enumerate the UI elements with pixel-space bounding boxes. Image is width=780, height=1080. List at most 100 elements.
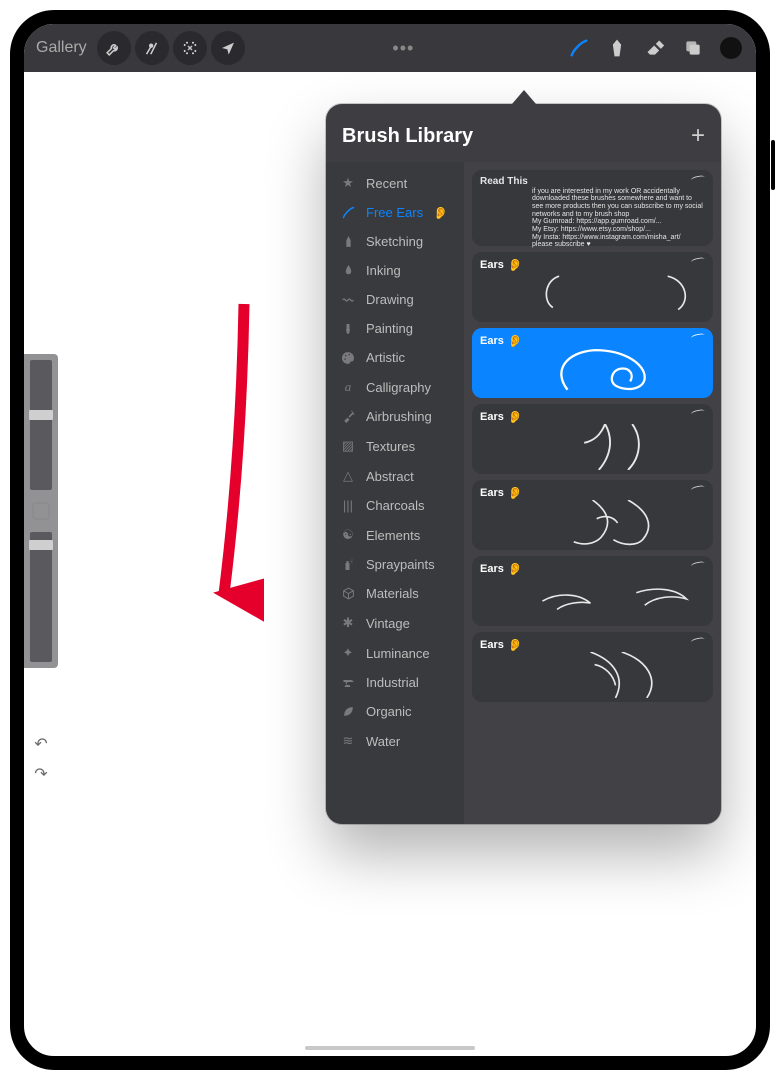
brush-icon xyxy=(340,205,356,220)
brush-list[interactable]: Read This if you are interested in my wo… xyxy=(464,162,721,824)
brush-size-opacity-panel xyxy=(24,354,58,668)
category-drawing[interactable]: Drawing xyxy=(326,285,464,314)
brush-preview xyxy=(532,576,699,622)
category-painting[interactable]: Painting xyxy=(326,314,464,343)
home-indicator[interactable] xyxy=(305,1046,475,1050)
ear-icon: 👂 xyxy=(508,334,523,348)
category-label: Vintage xyxy=(366,616,410,631)
device-side-button xyxy=(771,140,775,190)
smudge-tool-button[interactable] xyxy=(600,31,634,65)
category-elements[interactable]: ☯ Elements xyxy=(326,520,464,550)
palette-icon xyxy=(340,351,356,365)
category-label: Materials xyxy=(366,586,419,601)
brush-description: if you are interested in my work OR acci… xyxy=(532,188,705,250)
popup-header: Brush Library + xyxy=(326,104,721,162)
star-icon: ★ xyxy=(340,175,356,191)
brush-preview xyxy=(532,272,699,314)
spraycan-icon xyxy=(340,558,356,572)
device-frame: Gallery ••• xyxy=(10,10,770,1070)
brush-card-ears-1[interactable]: Ears 👂 xyxy=(472,252,713,322)
top-toolbar: Gallery ••• xyxy=(24,24,756,72)
category-textures[interactable]: ▨ Textures xyxy=(326,431,464,461)
category-airbrushing[interactable]: Airbrushing xyxy=(326,402,464,431)
anvil-icon xyxy=(340,677,356,689)
brush-size-slider[interactable] xyxy=(30,360,52,490)
brush-opacity-slider[interactable] xyxy=(30,532,52,662)
category-industrial[interactable]: Industrial xyxy=(326,668,464,697)
ear-icon: 👂 xyxy=(508,486,523,500)
category-water[interactable]: ≋ Water xyxy=(326,726,464,756)
add-brush-button[interactable]: + xyxy=(691,122,705,150)
calligraphy-icon: a xyxy=(340,379,356,395)
category-vintage[interactable]: ✱ Vintage xyxy=(326,608,464,638)
brush-card-ears-4[interactable]: Ears 👂 xyxy=(472,480,713,550)
color-button[interactable] xyxy=(714,31,748,65)
ear-icon: 👂 xyxy=(508,410,523,424)
redo-button[interactable]: ↷ xyxy=(34,764,47,784)
category-label: Airbrushing xyxy=(366,409,432,424)
category-materials[interactable]: Materials xyxy=(326,579,464,608)
ear-icon: 👂 xyxy=(508,638,523,652)
brush-preview xyxy=(532,652,699,698)
annotation-arrow xyxy=(194,294,264,634)
brush-card-ears-6[interactable]: Ears 👂 xyxy=(472,632,713,702)
popup-arrow xyxy=(512,90,536,104)
category-label: Organic xyxy=(366,704,412,719)
category-charcoals[interactable]: ||| Charcoals xyxy=(326,491,464,520)
ear-icon: 👂 xyxy=(433,206,448,220)
brush-name: Ears xyxy=(480,411,504,423)
yin-yang-icon: ☯ xyxy=(340,527,356,543)
ear-icon: 👂 xyxy=(508,562,523,576)
charcoal-icon: ||| xyxy=(340,498,356,513)
nib-icon xyxy=(340,264,356,277)
texture-icon: ▨ xyxy=(340,438,356,454)
category-label: Artistic xyxy=(366,350,405,365)
gallery-button[interactable]: Gallery xyxy=(36,39,87,57)
category-organic[interactable]: Organic xyxy=(326,697,464,726)
brush-preview xyxy=(532,348,699,394)
transform-button[interactable] xyxy=(211,31,245,65)
brush-card-ears-3[interactable]: Ears 👂 xyxy=(472,404,713,474)
water-icon: ≋ xyxy=(340,733,356,749)
category-artistic[interactable]: Artistic xyxy=(326,343,464,372)
brush-name: Ears xyxy=(480,639,504,651)
category-label: Drawing xyxy=(366,292,414,307)
category-luminance[interactable]: ✦ Luminance xyxy=(326,638,464,668)
popup-title: Brush Library xyxy=(342,125,473,148)
squiggle-icon xyxy=(340,293,356,307)
eraser-tool-button[interactable] xyxy=(638,31,672,65)
asterisk-icon: ✱ xyxy=(340,615,356,631)
undo-redo-panel: ↶ ↷ xyxy=(24,724,58,794)
wrench-button[interactable] xyxy=(97,31,131,65)
category-label: Abstract xyxy=(366,469,414,484)
category-label: Luminance xyxy=(366,646,430,661)
category-label: Charcoals xyxy=(366,498,425,513)
layers-button[interactable] xyxy=(676,31,710,65)
brush-card-ears-5[interactable]: Ears 👂 xyxy=(472,556,713,626)
category-label: Industrial xyxy=(366,675,419,690)
leaf-icon xyxy=(340,705,356,718)
category-abstract[interactable]: △ Abstract xyxy=(326,461,464,491)
sparkle-icon: ✦ xyxy=(340,645,356,661)
category-inking[interactable]: Inking xyxy=(326,256,464,285)
category-recent[interactable]: ★ Recent xyxy=(326,168,464,198)
adjustments-button[interactable] xyxy=(135,31,169,65)
category-spraypaints[interactable]: Spraypaints xyxy=(326,550,464,579)
paintbrush-icon xyxy=(340,322,356,336)
brush-preview xyxy=(532,424,699,470)
undo-button[interactable]: ↶ xyxy=(34,734,47,754)
airbrush-icon xyxy=(340,410,356,423)
selection-button[interactable] xyxy=(173,31,207,65)
category-label: Free Ears xyxy=(366,205,423,220)
category-calligraphy[interactable]: a Calligraphy xyxy=(326,372,464,402)
brush-tool-button[interactable] xyxy=(562,31,596,65)
category-free-ears[interactable]: Free Ears 👂 xyxy=(326,198,464,227)
overflow-menu[interactable]: ••• xyxy=(386,31,420,65)
category-sketching[interactable]: Sketching xyxy=(326,227,464,256)
brush-card-readthis[interactable]: Read This if you are interested in my wo… xyxy=(472,170,713,246)
brush-card-ears-2[interactable]: Ears 👂 xyxy=(472,328,713,398)
brush-library-popup: Brush Library + ★ Recent Free Ears 👂 xyxy=(326,104,721,824)
brush-category-list[interactable]: ★ Recent Free Ears 👂 Sketching xyxy=(326,162,464,824)
category-label: Water xyxy=(366,734,400,749)
modify-button[interactable] xyxy=(32,502,50,520)
